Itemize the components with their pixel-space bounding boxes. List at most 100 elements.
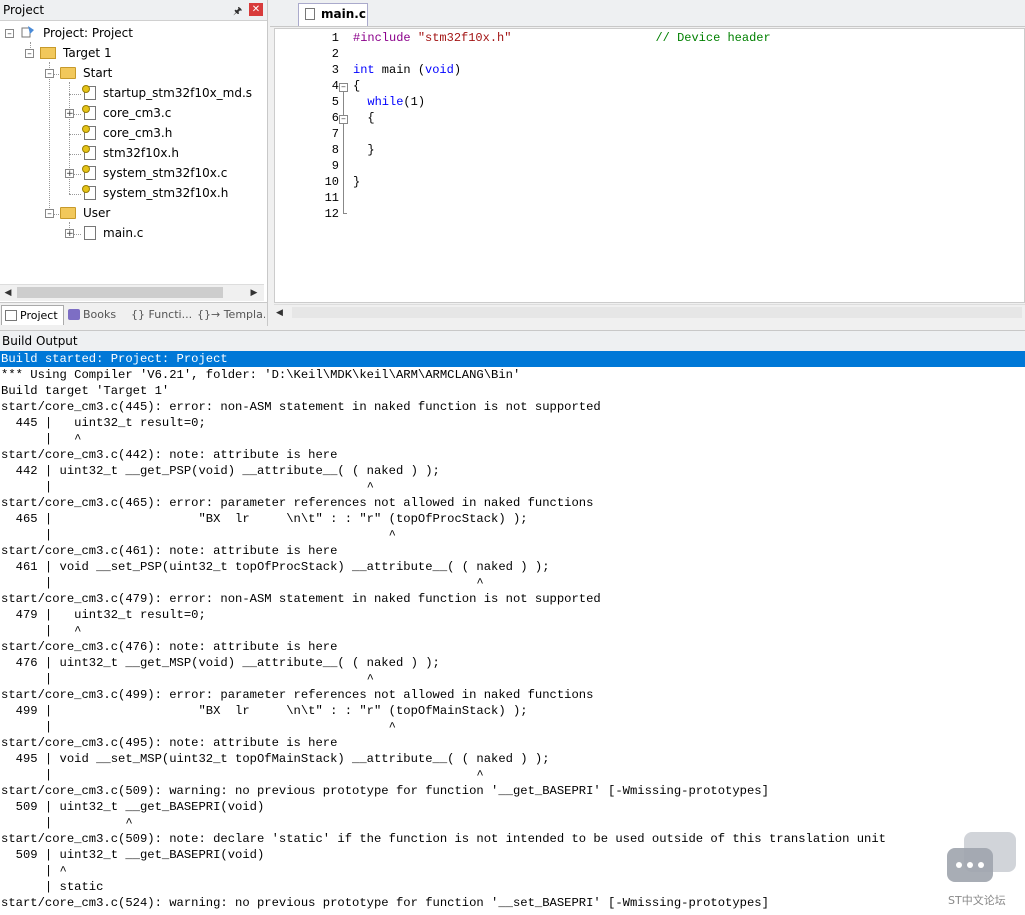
build-line[interactable]: 465 | "BX lr \n\t" : : "r" (topOfProcSta… [1,511,528,527]
build-line[interactable]: | ^ [1,527,396,543]
tree-file-core-cm3-h[interactable]: core_cm3.h [103,124,172,142]
tree-item-project[interactable]: Project: Project [43,24,133,42]
project-panel-title: Project [3,3,45,17]
build-output-title: Build Output [2,334,78,348]
project-panel-header: Project 🖈 ✕ [0,0,267,21]
build-line[interactable]: 476 | uint32_t __get_MSP(void) __attribu… [1,655,440,671]
tree-file-main-c[interactable]: main.c [103,224,143,242]
build-line[interactable]: | static [1,879,104,895]
tab-functions[interactable]: {} Functi... [129,305,191,324]
code-line-10: } [353,175,361,189]
tree-expander-start[interactable]: – [45,69,54,79]
build-line[interactable]: | ^ [1,431,82,447]
build-line[interactable]: start/core_cm3.c(442): note: attribute i… [1,447,337,463]
code-line-3: int main (void) [353,63,462,77]
build-line[interactable]: | ^ [1,815,133,831]
scroll-left-icon[interactable]: ◀ [0,285,16,301]
tree-file-startup[interactable]: startup_stm32f10x_md.s [103,84,252,102]
folder-icon [60,67,76,79]
file-icon [305,8,315,20]
build-line[interactable]: *** Using Compiler 'V6.21', folder: 'D:\… [1,367,520,383]
tab-templates[interactable]: {}→ Templa... [195,305,265,324]
file-icon [82,145,96,160]
build-line[interactable]: start/core_cm3.c(499): error: parameter … [1,687,593,703]
tree-group-user[interactable]: User [83,204,110,222]
folder-icon [60,207,76,219]
build-line[interactable]: 442 | uint32_t __get_PSP(void) __attribu… [1,463,440,479]
build-output-header: Build Output [0,330,1025,352]
tree-expander-target[interactable]: – [25,49,34,59]
project-panel: Project 🖈 ✕ – Project: Project – Target … [0,0,268,327]
build-line[interactable]: Build target 'Target 1' [1,383,169,399]
tree-group-start[interactable]: Start [83,64,112,82]
code-editor[interactable]: 1 2 3 4 5 6 7 8 9 10 11 12 – – #include … [274,28,1025,303]
tree-expander-user[interactable]: – [45,209,54,219]
tree-file-core-cm3-c[interactable]: core_cm3.c [103,104,171,122]
build-line[interactable]: | ^ [1,671,374,687]
code-line-6: { [367,111,375,125]
code-line-5: while(1) [367,95,426,109]
build-line[interactable]: | ^ [1,623,82,639]
editor-tab-bar: main.c [270,0,1025,27]
build-line[interactable]: | ^ [1,863,67,879]
build-line[interactable]: start/core_cm3.c(524): warning: no previ… [1,895,769,911]
project-icon [21,26,34,38]
code-text[interactable]: #include "stm32f10x.h" // Device header … [353,29,1023,302]
watermark-text: ST中文论坛 [948,894,1006,907]
tree-item-target[interactable]: Target 1 [63,44,112,62]
tree-file-system-h[interactable]: system_stm32f10x.h [103,184,228,202]
file-icon [82,165,96,180]
close-icon[interactable]: ✕ [249,3,263,16]
tree-expander-core-cm3-c[interactable]: + [65,109,74,119]
build-line[interactable]: 445 | uint32_t result=0; [1,415,206,431]
fold-toggle-icon[interactable]: – [339,83,348,92]
scroll-right-icon[interactable]: ▶ [246,285,262,301]
file-icon [84,226,96,240]
build-line[interactable]: | ^ [1,575,484,591]
build-line[interactable]: start/core_cm3.c(479): error: non-ASM st… [1,591,601,607]
scroll-track[interactable] [292,307,1022,318]
editor-hscrollbar[interactable]: ◀ [274,304,1025,321]
build-line[interactable]: 479 | uint32_t result=0; [1,607,206,623]
target-icon [40,47,56,59]
build-line[interactable]: start/core_cm3.c(465): error: parameter … [1,495,593,511]
fold-margin: – – [335,29,349,302]
build-line[interactable]: start/core_cm3.c(495): note: attribute i… [1,735,337,751]
build-line[interactable]: start/core_cm3.c(509): note: declare 'st… [1,831,886,847]
file-icon [82,185,96,200]
file-icon [82,125,96,140]
project-tree-hscrollbar[interactable]: ◀ ▶ [0,284,264,301]
build-line-selected[interactable]: Build started: Project: Project [0,351,1025,367]
tab-books[interactable]: Books [66,305,124,324]
build-line[interactable]: 509 | uint32_t __get_BASEPRI(void) [1,799,265,815]
file-icon [82,85,96,100]
build-line[interactable]: | ^ [1,479,374,495]
tree-file-stm32f10x-h[interactable]: stm32f10x.h [103,144,179,162]
tab-main-c[interactable]: main.c [298,3,368,26]
build-line[interactable]: 461 | void __set_PSP(uint32_t topOfProcS… [1,559,550,575]
build-line[interactable]: | ^ [1,767,484,783]
build-line[interactable]: start/core_cm3.c(476): note: attribute i… [1,639,337,655]
project-panel-tabs: Project Books {} Functi... {}→ Templa... [0,302,267,327]
tree-expander-main-c[interactable]: + [65,229,74,239]
scroll-left-icon[interactable]: ◀ [276,305,292,321]
tree-expander-root[interactable]: – [5,29,14,39]
build-output-log[interactable]: Build started: Project: Project *** Using… [0,351,1025,915]
tree-expander-system-c[interactable]: + [65,169,74,179]
build-line[interactable]: start/core_cm3.c(461): note: attribute i… [1,543,337,559]
tree-file-system-c[interactable]: system_stm32f10x.c [103,164,227,182]
build-line[interactable]: | ^ [1,719,396,735]
project-tab-icon [5,310,17,321]
scroll-thumb[interactable] [17,287,223,298]
books-icon [68,309,80,320]
build-line[interactable]: 499 | "BX lr \n\t" : : "r" (topOfMainSta… [1,703,528,719]
tab-project[interactable]: Project [1,305,64,325]
build-line[interactable]: start/core_cm3.c(445): error: non-ASM st… [1,399,601,415]
fold-toggle-icon[interactable]: – [339,115,348,124]
pin-icon[interactable]: 🖈 [233,4,243,17]
code-line-4: { [353,79,361,93]
build-line[interactable]: 495 | void __set_MSP(uint32_t topOfMainS… [1,751,550,767]
build-line[interactable]: 509 | uint32_t __get_BASEPRI(void) [1,847,265,863]
build-line[interactable]: start/core_cm3.c(509): warning: no previ… [1,783,769,799]
code-line-1: #include "stm32f10x.h" // Device header [353,31,771,45]
